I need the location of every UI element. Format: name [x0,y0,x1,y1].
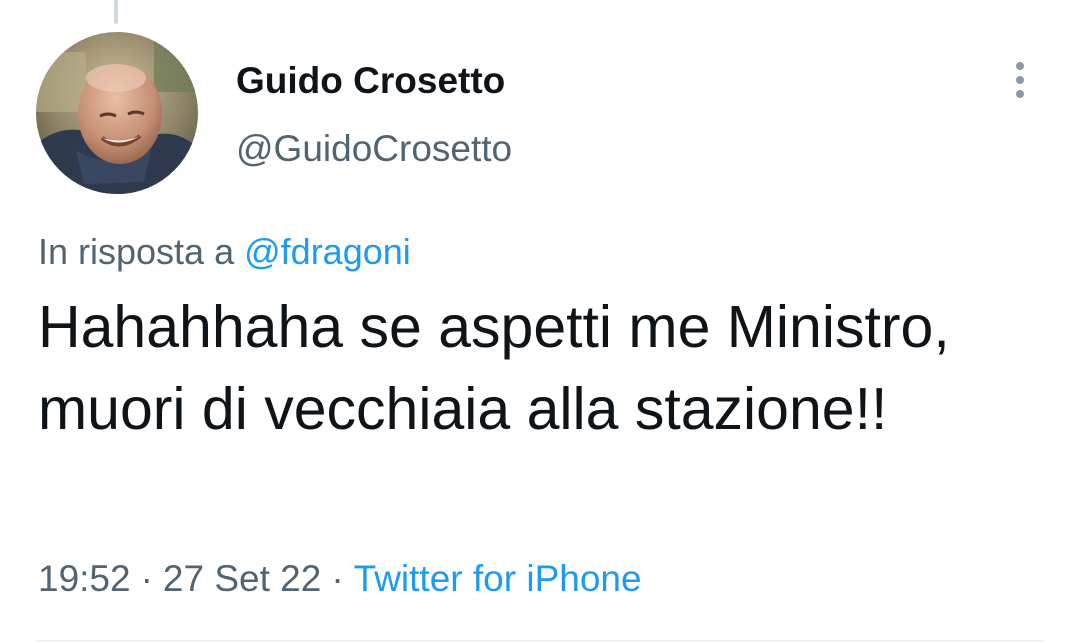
author-block[interactable]: Guido Crosetto @GuidoCrosetto [236,58,512,172]
avatar-photo-icon [36,32,198,194]
avatar[interactable] [36,32,198,194]
reply-context: In risposta a @fdragoni [38,230,411,274]
reply-prefix: In risposta a [38,231,235,272]
divider [36,640,1044,642]
tweet-date[interactable]: 27 Set 22 [163,558,321,599]
reply-mention-link[interactable]: @fdragoni [244,231,411,272]
meta-separator: · [140,558,153,599]
more-options-button[interactable] [1000,56,1040,104]
tweet-text: Hahahhaha se aspetti me Ministro, muori … [38,294,950,442]
meta-separator: · [331,558,344,599]
thread-connector-line [114,0,118,24]
tweet-source-link[interactable]: Twitter for iPhone [354,558,642,599]
author-display-name[interactable]: Guido Crosetto [236,58,512,104]
author-handle[interactable]: @GuidoCrosetto [236,126,512,172]
tweet-meta: 19:52 · 27 Set 22 · Twitter for iPhone [38,556,642,602]
tweet-time[interactable]: 19:52 [38,558,131,599]
vertical-ellipsis-icon [1016,62,1024,98]
